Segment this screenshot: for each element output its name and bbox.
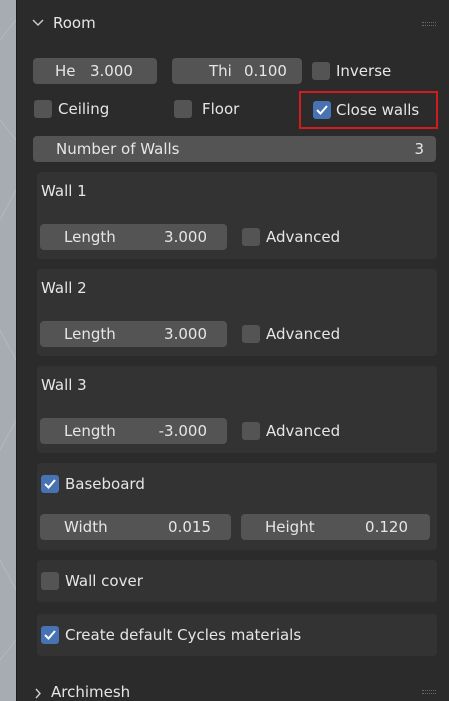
drag-grip-icon[interactable]	[422, 690, 436, 696]
checkbox-box[interactable]	[41, 475, 59, 493]
height-field[interactable]: He 3.000	[33, 58, 157, 84]
wall-2-box: Wall 2 Length 3.000 Advanced	[37, 269, 437, 356]
materials-box: Create default Cycles materials	[37, 614, 437, 656]
create-materials-label: Create default Cycles materials	[65, 626, 302, 644]
archimesh-title: Archimesh	[51, 683, 131, 701]
wall-length-field[interactable]: Length -3.000	[40, 418, 227, 444]
checkbox-box[interactable]	[312, 62, 330, 80]
wall-title: Wall 1	[41, 182, 87, 200]
checkbox-box[interactable]	[242, 422, 260, 440]
ceiling-checkbox[interactable]: Ceiling	[34, 97, 109, 121]
checkbox-box[interactable]	[41, 572, 59, 590]
number-of-walls-field[interactable]: Number of Walls 3	[33, 136, 436, 162]
thickness-label: Thi	[209, 62, 232, 80]
height-label: He	[55, 62, 76, 80]
wall-3-box: Wall 3 Length -3.000 Advanced	[37, 366, 437, 453]
wall-cover-box: Wall cover	[37, 560, 437, 602]
height-value: 3.000	[90, 62, 133, 80]
baseboard-checkbox[interactable]: Baseboard	[41, 472, 145, 496]
chevron-right-icon[interactable]	[34, 688, 42, 699]
wall-advanced-label: Advanced	[266, 422, 341, 440]
baseboard-height-label: Height	[265, 518, 315, 536]
wall-length-value: 3.000	[164, 325, 207, 343]
checkmark-icon	[316, 105, 328, 115]
baseboard-width-label: Width	[64, 518, 108, 536]
wall-length-field[interactable]: Length 3.000	[40, 224, 227, 250]
checkbox-box[interactable]	[41, 626, 59, 644]
close-walls-label: Close walls	[336, 101, 420, 119]
wall-length-field[interactable]: Length 3.000	[40, 321, 227, 347]
wall-cover-label: Wall cover	[65, 572, 143, 590]
checkbox-box[interactable]	[242, 325, 260, 343]
inverse-label: Inverse	[336, 62, 392, 80]
drag-grip-icon[interactable]	[422, 22, 436, 28]
room-panel: Room He 3.000 Thi 0.100 Inverse Ceiling …	[16, 0, 449, 701]
checkmark-icon	[44, 630, 56, 640]
baseboard-width-field[interactable]: Width 0.015	[40, 514, 231, 540]
floor-label: Floor	[202, 100, 240, 118]
baseboard-height-value: 0.120	[365, 518, 408, 536]
chevron-down-icon[interactable]	[32, 18, 44, 28]
baseboard-label: Baseboard	[65, 475, 145, 493]
wall-advanced-checkbox[interactable]: Advanced	[242, 419, 340, 443]
archimesh-panel-header[interactable]: Archimesh	[17, 679, 449, 701]
wall-1-box: Wall 1 Length 3.000 Advanced	[37, 172, 437, 259]
wall-advanced-checkbox[interactable]: Advanced	[242, 322, 340, 346]
checkbox-box[interactable]	[242, 228, 260, 246]
panel-header[interactable]: Room	[17, 6, 449, 38]
close-walls-checkbox[interactable]: Close walls	[313, 98, 419, 122]
wall-title: Wall 2	[41, 279, 87, 297]
panel-title: Room	[53, 14, 96, 32]
thickness-field[interactable]: Thi 0.100	[172, 58, 302, 84]
wall-length-value: -3.000	[158, 422, 207, 440]
checkbox-box[interactable]	[174, 100, 192, 118]
checkbox-box[interactable]	[34, 100, 52, 118]
inverse-checkbox[interactable]: Inverse	[312, 59, 391, 83]
baseboard-box: Baseboard Width 0.015 Height 0.120	[37, 463, 437, 550]
checkmark-icon	[44, 479, 56, 489]
checkbox-box[interactable]	[313, 101, 331, 119]
wall-advanced-checkbox[interactable]: Advanced	[242, 225, 340, 249]
baseboard-height-field[interactable]: Height 0.120	[241, 514, 430, 540]
wall-length-label: Length	[64, 325, 116, 343]
wall-title: Wall 3	[41, 376, 87, 394]
wall-length-value: 3.000	[164, 228, 207, 246]
number-of-walls-label: Number of Walls	[56, 140, 180, 158]
floor-checkbox[interactable]: Floor	[174, 97, 239, 121]
ceiling-label: Ceiling	[58, 100, 110, 118]
thickness-value: 0.100	[244, 62, 287, 80]
wall-advanced-label: Advanced	[266, 228, 341, 246]
create-materials-checkbox[interactable]: Create default Cycles materials	[41, 623, 301, 647]
wall-length-label: Length	[64, 422, 116, 440]
wall-advanced-label: Advanced	[266, 325, 341, 343]
baseboard-width-value: 0.015	[168, 518, 211, 536]
wall-cover-checkbox[interactable]: Wall cover	[41, 569, 143, 593]
wall-length-label: Length	[64, 228, 116, 246]
number-of-walls-value: 3	[414, 140, 424, 158]
